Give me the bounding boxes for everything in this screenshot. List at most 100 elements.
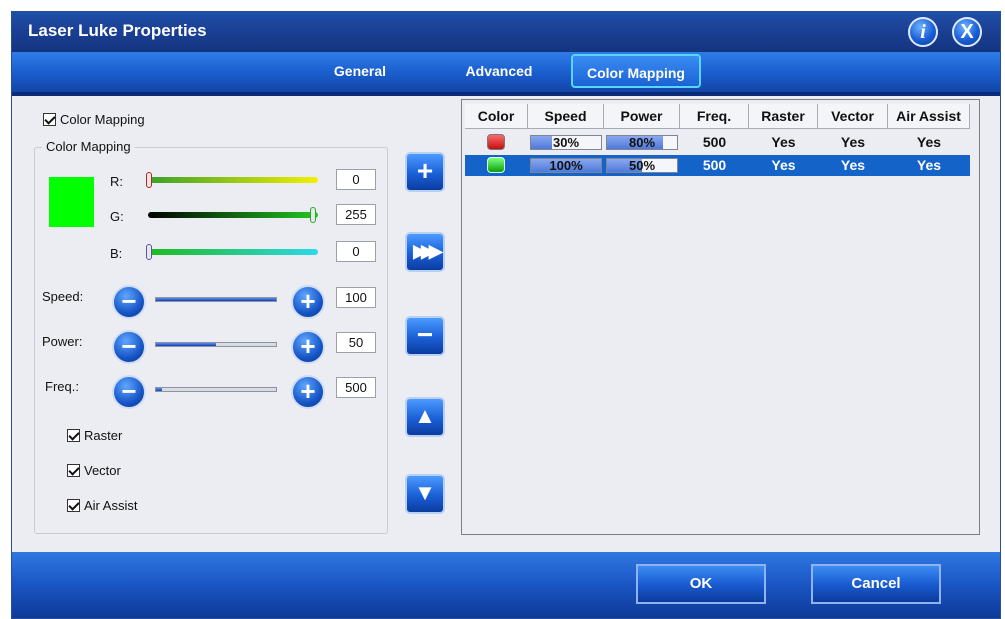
- freq-value-input[interactable]: 500: [336, 377, 376, 398]
- minus-icon: −: [121, 331, 137, 361]
- tab-color-mapping[interactable]: Color Mapping: [571, 54, 701, 88]
- r-label: R:: [110, 174, 123, 189]
- b-value-input[interactable]: 0: [336, 241, 376, 262]
- row-speed-bar: 100%: [530, 158, 602, 173]
- g-slider-thumb[interactable]: [310, 207, 316, 223]
- power-value-input[interactable]: 50: [336, 332, 376, 353]
- row-vector: Yes: [840, 157, 866, 173]
- b-label: B:: [110, 246, 123, 261]
- speed-bar[interactable]: [155, 297, 277, 302]
- color-mapping-group-label: Color Mapping: [42, 139, 135, 154]
- row-freq: 500: [702, 134, 727, 150]
- column-header-air-assist[interactable]: Air Assist: [888, 104, 970, 129]
- vector-checkbox[interactable]: Vector: [67, 463, 121, 478]
- freq-bar-fill: [156, 388, 162, 391]
- checkbox-check-icon: [43, 113, 56, 126]
- raster-label: Raster: [84, 428, 123, 443]
- column-header-raster[interactable]: Raster: [749, 104, 818, 129]
- air-assist-label: Air Assist: [84, 498, 138, 513]
- checkbox-check-icon: [67, 499, 80, 512]
- tab-divider: [12, 92, 1000, 96]
- row-power-bar: 80%: [606, 135, 678, 150]
- window-title: Laser Luke Properties: [28, 21, 207, 40]
- title-bar: Laser Luke Properties i X: [12, 12, 1000, 52]
- info-icon: i: [920, 21, 926, 43]
- fast-forward-icon: ▶▶▶: [413, 241, 442, 261]
- row-color-swatch: [487, 157, 505, 173]
- close-button[interactable]: X: [952, 17, 982, 47]
- color-mapping-checkbox-label: Color Mapping: [60, 112, 145, 127]
- info-button[interactable]: i: [908, 17, 938, 47]
- color-swatch: [49, 177, 94, 227]
- b-slider[interactable]: [148, 249, 318, 255]
- plus-icon: +: [300, 331, 316, 361]
- speed-decrease-button[interactable]: −: [112, 285, 146, 319]
- raster-checkbox[interactable]: Raster: [67, 428, 122, 443]
- tab-advanced[interactable]: Advanced: [444, 52, 554, 90]
- power-bar-fill: [156, 343, 216, 346]
- move-down-button[interactable]: ▼: [405, 474, 445, 514]
- b-slider-thumb[interactable]: [146, 244, 152, 260]
- tab-general[interactable]: General: [310, 52, 410, 90]
- row-freq: 500: [702, 157, 727, 173]
- row-speed-bar: 30%: [530, 135, 602, 150]
- speed-value-input[interactable]: 100: [336, 287, 376, 308]
- r-slider[interactable]: [148, 177, 318, 183]
- properties-window: Laser Luke Properties i X General Advanc…: [11, 11, 1001, 619]
- air-assist-checkbox[interactable]: Air Assist: [67, 498, 137, 513]
- freq-label: Freq.:: [45, 379, 79, 394]
- speed-bar-fill: [156, 298, 276, 301]
- row-raster: Yes: [771, 157, 796, 173]
- color-mapping-checkbox[interactable]: Color Mapping: [43, 112, 145, 127]
- column-header-power[interactable]: Power: [604, 104, 680, 129]
- r-slider-thumb[interactable]: [146, 172, 152, 188]
- move-up-button[interactable]: ▲: [405, 397, 445, 437]
- tab-bar: General Advanced Color Mapping: [12, 52, 1000, 96]
- power-bar[interactable]: [155, 342, 277, 347]
- row-air-assist: Yes: [916, 134, 942, 150]
- row-power-bar: 50%: [606, 158, 678, 173]
- ok-button[interactable]: OK: [636, 564, 766, 604]
- close-icon: X: [960, 21, 974, 43]
- r-value-input[interactable]: 0: [336, 169, 376, 190]
- freq-increase-button[interactable]: +: [291, 375, 325, 409]
- g-value-input[interactable]: 255: [336, 204, 376, 225]
- g-slider[interactable]: [148, 212, 318, 218]
- speed-increase-button[interactable]: +: [291, 285, 325, 319]
- row-raster: Yes: [771, 134, 796, 150]
- checkbox-check-icon: [67, 429, 80, 442]
- power-decrease-button[interactable]: −: [112, 330, 146, 364]
- row-air-assist: Yes: [916, 157, 942, 173]
- column-header-vector[interactable]: Vector: [818, 104, 888, 129]
- freq-decrease-button[interactable]: −: [112, 375, 146, 409]
- minus-icon: −: [121, 286, 137, 316]
- row-speed-value: 30%: [552, 135, 580, 150]
- freq-bar[interactable]: [155, 387, 277, 392]
- row-color-swatch: [487, 134, 505, 150]
- speed-label: Speed:: [42, 289, 84, 304]
- column-header-speed[interactable]: Speed: [528, 104, 604, 129]
- power-label: Power:: [42, 334, 83, 349]
- apply-mapping-button[interactable]: ▶▶▶: [405, 232, 445, 272]
- mapping-table: Color Speed Power Freq. Raster Vector Ai…: [461, 99, 980, 535]
- checkbox-check-icon: [67, 464, 80, 477]
- row-speed-value: 100%: [549, 158, 583, 173]
- row-power-value: 80%: [628, 135, 656, 150]
- arrow-up-icon: ▲: [414, 403, 436, 428]
- power-increase-button[interactable]: +: [291, 330, 325, 364]
- column-header-freq[interactable]: Freq.: [680, 104, 749, 129]
- row-vector: Yes: [840, 134, 866, 150]
- table-row-selected[interactable]: 100% 50% 500 Yes Yes Yes: [465, 155, 970, 176]
- remove-icon: −: [416, 319, 434, 350]
- cancel-button[interactable]: Cancel: [811, 564, 941, 604]
- arrow-down-icon: ▼: [414, 480, 436, 505]
- add-mapping-button[interactable]: +: [405, 152, 445, 192]
- plus-icon: +: [300, 286, 316, 316]
- table-row[interactable]: 30% 80% 500 Yes Yes Yes: [465, 132, 970, 153]
- column-header-color[interactable]: Color: [465, 104, 528, 129]
- g-label: G:: [110, 209, 124, 224]
- row-power-value: 50%: [628, 158, 656, 173]
- remove-mapping-button[interactable]: −: [405, 316, 445, 356]
- add-icon: +: [416, 155, 434, 186]
- minus-icon: −: [121, 376, 137, 406]
